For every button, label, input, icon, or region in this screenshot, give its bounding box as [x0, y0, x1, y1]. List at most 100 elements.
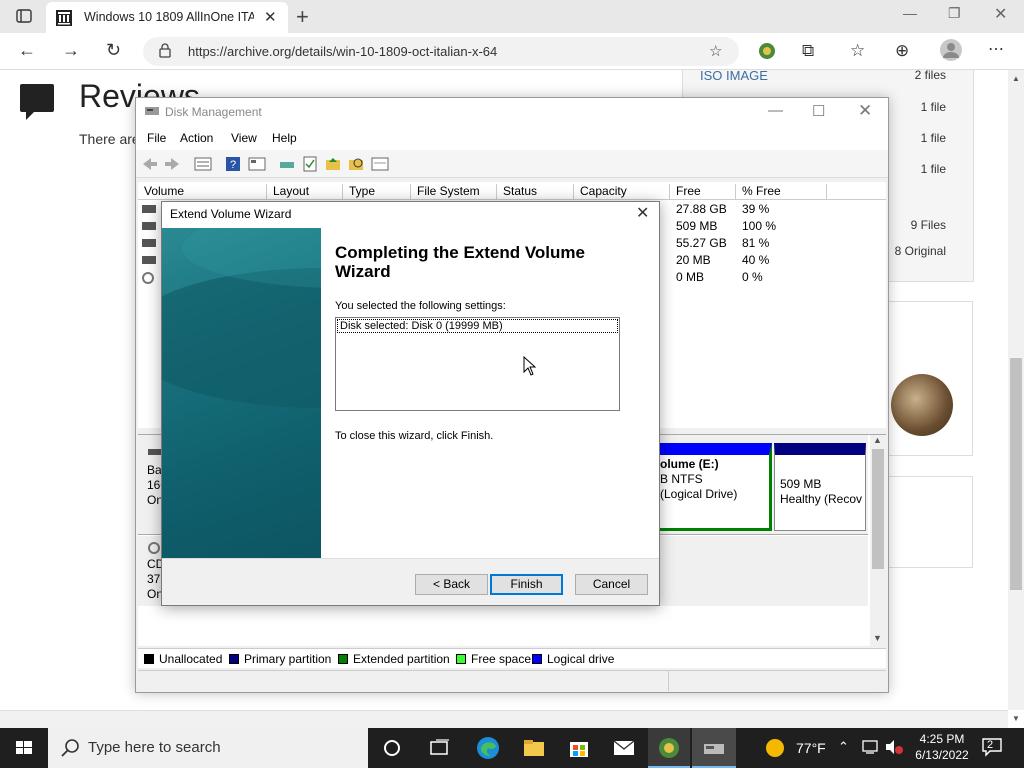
- collections-icon[interactable]: ⊕: [895, 41, 909, 61]
- favorite-star-icon[interactable]: ☆: [709, 42, 722, 60]
- taskbar-search-box[interactable]: Type here to search: [48, 728, 368, 768]
- profile-avatar-icon[interactable]: [940, 39, 962, 64]
- lock-icon[interactable]: [159, 43, 171, 61]
- url-text: https://archive.org/details/win-10-1809-…: [188, 44, 498, 59]
- scroll-down-icon[interactable]: ▼: [1012, 714, 1020, 723]
- favorites-icon[interactable]: ☆: [850, 41, 865, 61]
- column-free-space[interactable]: Free Spa...: [670, 184, 736, 212]
- iso-image-link[interactable]: ISO IMAGE: [700, 70, 768, 83]
- taskbar-disk-mgmt-app[interactable]: [692, 728, 736, 768]
- close-window-icon[interactable]: ✕: [994, 4, 1007, 24]
- disk-scroll-up-icon[interactable]: ▲: [873, 435, 882, 445]
- forward-arrow-icon[interactable]: →: [62, 40, 80, 61]
- toolbar-help-icon[interactable]: ?: [225, 156, 243, 172]
- weather-temperature[interactable]: 77°F: [796, 740, 826, 756]
- weather-sun-icon[interactable]: [764, 737, 786, 762]
- extensions-puzzle-icon[interactable]: ⧉: [802, 41, 814, 61]
- column-percent-free[interactable]: % Free: [736, 184, 827, 200]
- cortana-icon[interactable]: [380, 736, 404, 760]
- wizard-banner: [162, 228, 321, 558]
- disk-scroll-down-icon[interactable]: ▼: [873, 633, 882, 643]
- toolbar-forward-icon[interactable]: [163, 156, 181, 172]
- volume-icon: [142, 222, 156, 230]
- tab-close-icon[interactable]: ✕: [264, 8, 277, 26]
- extension-globe-icon[interactable]: [757, 41, 777, 64]
- partition-e-name: olume (E:): [660, 457, 719, 471]
- menu-file[interactable]: File: [147, 131, 166, 145]
- store-icon[interactable]: [567, 736, 591, 760]
- wizard-title: Extend Volume Wizard: [170, 207, 292, 221]
- download-row[interactable]: ISO IMAGE 2 files: [700, 70, 950, 83]
- finish-button[interactable]: Finish: [490, 574, 563, 595]
- restore-icon[interactable]: ❐: [948, 5, 961, 22]
- uploader-avatar[interactable]: [891, 374, 953, 436]
- toolbar-folder-up-icon[interactable]: [325, 156, 343, 172]
- network-icon[interactable]: [862, 739, 878, 758]
- partition-e[interactable]: olume (E:) B NTFS (Logical Drive): [656, 443, 772, 531]
- reviews-subtitle: There are: [79, 131, 140, 147]
- edge-browser-icon[interactable]: [476, 736, 500, 760]
- legend-label: Logical drive: [547, 652, 615, 666]
- page-vertical-scrollbar[interactable]: ▲: [1008, 70, 1024, 710]
- show-hidden-icons[interactable]: ⌃: [838, 739, 849, 755]
- percent-free-cell: 100 %: [742, 219, 777, 233]
- menu-action[interactable]: Action: [180, 131, 213, 145]
- clock-date[interactable]: 6/13/2022: [912, 748, 972, 762]
- free-space-cell: 0 MB: [676, 270, 705, 284]
- minimize-icon[interactable]: —: [903, 5, 917, 21]
- volume-muted-icon[interactable]: [884, 739, 904, 758]
- percent-free-cell: 81 %: [742, 236, 770, 250]
- clock-time[interactable]: 4:25 PM: [912, 732, 972, 746]
- legend-label: Unallocated: [159, 652, 223, 666]
- close-hint-text: To close this wizard, click Finish.: [335, 430, 494, 442]
- task-view-icon[interactable]: [428, 736, 452, 760]
- more-menu-icon[interactable]: ⋯: [988, 39, 1004, 59]
- dm-title-bar[interactable]: Disk Management — ☐ ✕: [136, 98, 888, 126]
- column-capacity[interactable]: Capacity: [574, 184, 670, 200]
- column-type[interactable]: Type: [343, 184, 411, 200]
- dm-minimize-icon[interactable]: —: [768, 102, 783, 119]
- file-count: 1 file: [920, 131, 946, 145]
- scroll-up-icon[interactable]: ▲: [1012, 74, 1020, 83]
- cancel-button[interactable]: Cancel: [575, 574, 648, 595]
- menu-view[interactable]: View: [231, 131, 257, 145]
- toolbar-search-icon[interactable]: [348, 156, 366, 172]
- settings-textbox[interactable]: Disk selected: Disk 0 (19999 MB): [335, 317, 620, 411]
- partition-e-fs: B NTFS: [660, 472, 703, 486]
- toolbar-back-icon[interactable]: [141, 156, 159, 172]
- browser-tab[interactable]: Windows 10 1809 AllInOne ITA x ✕: [46, 2, 288, 33]
- mail-icon[interactable]: [612, 736, 636, 760]
- menu-help[interactable]: Help: [272, 131, 297, 145]
- start-button[interactable]: [0, 728, 48, 768]
- wizard-close-icon[interactable]: ✕: [636, 203, 649, 223]
- column-status[interactable]: Status: [497, 184, 574, 200]
- refresh-icon[interactable]: ↻: [106, 40, 121, 61]
- toolbar-connect-icon[interactable]: [279, 156, 297, 172]
- dm-close-icon[interactable]: ✕: [858, 101, 872, 121]
- scroll-thumb[interactable]: [1010, 358, 1022, 590]
- toolbar-properties-icon[interactable]: [248, 156, 266, 172]
- toolbar-check-icon[interactable]: [302, 156, 320, 172]
- legend-swatch: [532, 654, 542, 664]
- taskbar-active-app[interactable]: [648, 728, 690, 768]
- svg-text:?: ?: [230, 159, 236, 171]
- tab-actions-icon[interactable]: [16, 9, 32, 26]
- disk-view-scrollbar[interactable]: ▲ ▼: [870, 435, 886, 647]
- column-volume[interactable]: Volume: [138, 184, 267, 200]
- disk-scroll-thumb[interactable]: [872, 449, 884, 569]
- back-arrow-icon[interactable]: ←: [18, 40, 36, 61]
- new-tab-icon[interactable]: +: [296, 4, 309, 30]
- column-file-system[interactable]: File System: [411, 184, 497, 200]
- url-input[interactable]: https://archive.org/details/win-10-1809-…: [143, 37, 739, 66]
- toolbar-settings-icon[interactable]: [371, 156, 389, 172]
- legend-swatch: [144, 654, 154, 664]
- column-layout[interactable]: Layout: [267, 184, 343, 200]
- back-button[interactable]: < Back: [415, 574, 488, 595]
- search-placeholder: Type here to search: [88, 739, 221, 756]
- page-horizontal-scrollbar[interactable]: ▼: [0, 710, 1020, 728]
- partition-recovery[interactable]: 509 MB Healthy (Recov: [774, 443, 866, 531]
- toolbar-list-icon[interactable]: [194, 156, 212, 172]
- file-count: 1 file: [920, 100, 946, 114]
- dm-maximize-icon[interactable]: ☐: [812, 102, 825, 120]
- file-explorer-icon[interactable]: [522, 736, 546, 760]
